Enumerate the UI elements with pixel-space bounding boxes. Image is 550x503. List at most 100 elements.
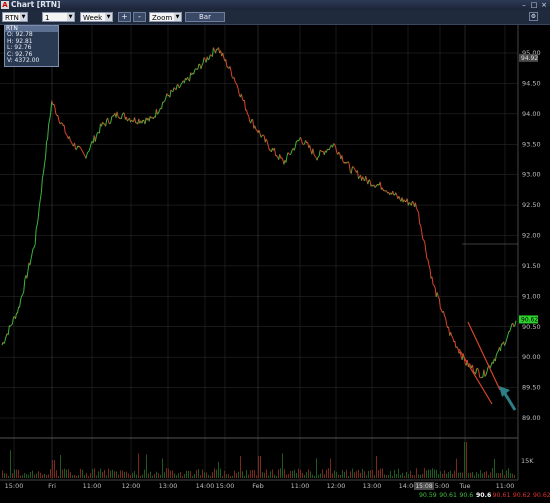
price-segment bbox=[421, 226, 422, 232]
symbol-value: RTN bbox=[5, 14, 19, 22]
volume-bar bbox=[446, 474, 447, 478]
price-segment bbox=[158, 110, 159, 113]
price-segment bbox=[108, 118, 109, 123]
price-segment bbox=[249, 116, 250, 122]
chart-area[interactable]: 95.0094.5094.0093.5093.0092.5092.0091.50… bbox=[0, 25, 550, 500]
zoom-in-button[interactable]: + bbox=[118, 12, 131, 22]
price-segment bbox=[351, 167, 352, 173]
volume-bar bbox=[386, 475, 387, 478]
volume-bar bbox=[492, 468, 493, 478]
chevron-down-icon[interactable]: ▼ bbox=[20, 13, 27, 21]
price-segment bbox=[304, 144, 305, 145]
price-segment bbox=[313, 149, 314, 155]
volume-bar bbox=[452, 474, 453, 478]
price-tick-label: 89.50 bbox=[522, 384, 541, 392]
price-chart-svg[interactable]: 95.0094.5094.0093.5093.0092.5092.0091.50… bbox=[0, 25, 550, 500]
price-segment bbox=[69, 136, 70, 140]
settings-icon[interactable]: ⚙ bbox=[529, 12, 538, 21]
price-segment bbox=[508, 332, 509, 336]
volume-bar bbox=[302, 473, 303, 478]
volume-bar bbox=[282, 453, 283, 478]
close-icon[interactable]: × bbox=[540, 1, 548, 9]
zoom-out-button[interactable]: - bbox=[133, 12, 146, 22]
volume-bar bbox=[202, 469, 203, 478]
price-segment bbox=[84, 154, 85, 156]
volume-bar bbox=[300, 470, 301, 478]
volume-bar bbox=[314, 476, 315, 478]
volume-bar bbox=[172, 471, 173, 478]
volume-bar bbox=[224, 471, 225, 478]
ohlc-infobox[interactable]: RTN O: 92.78 H: 92.81 L: 92.76 C: 92.76 … bbox=[4, 25, 59, 67]
price-segment bbox=[35, 229, 36, 245]
volume-bar bbox=[34, 475, 35, 478]
volume-bar bbox=[76, 476, 77, 478]
volume-bar bbox=[54, 460, 55, 478]
volume-bar bbox=[272, 469, 273, 478]
price-segment bbox=[30, 259, 31, 265]
chevron-down-icon[interactable]: ▼ bbox=[105, 13, 112, 21]
symbol-combo[interactable]: RTN ▼ bbox=[2, 12, 28, 22]
volume-bar bbox=[500, 473, 501, 478]
volume-bar bbox=[8, 476, 9, 478]
volume-bar bbox=[464, 442, 465, 478]
volume-bar bbox=[186, 471, 187, 478]
price-segment bbox=[34, 244, 35, 247]
volume-bar bbox=[274, 475, 275, 478]
range-select[interactable]: Week ▼ bbox=[80, 12, 113, 22]
zoom-select[interactable]: Zoom ▼ bbox=[149, 12, 182, 22]
volume-bar bbox=[44, 474, 45, 478]
price-segment bbox=[82, 150, 83, 152]
volume-bar bbox=[428, 469, 429, 478]
volume-bar bbox=[450, 471, 451, 478]
price-segment bbox=[99, 124, 100, 134]
volume-bar bbox=[286, 475, 287, 478]
volume-bar bbox=[6, 474, 7, 478]
volume-bar bbox=[472, 472, 473, 478]
price-segment bbox=[443, 311, 444, 316]
volume-bar bbox=[110, 471, 111, 478]
price-segment bbox=[190, 73, 191, 82]
volume-bar bbox=[308, 469, 309, 478]
volume-bar bbox=[42, 475, 43, 478]
volume-bar bbox=[232, 476, 233, 478]
volume-bar bbox=[10, 450, 11, 478]
price-segment bbox=[357, 170, 358, 178]
volume-bar bbox=[442, 474, 443, 478]
price-segment bbox=[418, 210, 419, 212]
volume-bar bbox=[290, 471, 291, 478]
price-segment bbox=[18, 307, 19, 313]
chevron-down-icon[interactable]: ▼ bbox=[174, 13, 181, 21]
volume-bar bbox=[404, 476, 405, 478]
volume-bar bbox=[14, 469, 15, 478]
volume-bar bbox=[242, 471, 243, 478]
interval-select[interactable]: 1 minute ▼ bbox=[42, 12, 75, 22]
chevron-down-icon[interactable]: ▼ bbox=[67, 13, 74, 21]
volume-bar bbox=[108, 469, 109, 478]
volume-bar bbox=[86, 473, 87, 478]
price-tick-label: 93.00 bbox=[522, 171, 541, 179]
volume-bar bbox=[426, 470, 427, 478]
volume-bar bbox=[388, 475, 389, 478]
status-quote: 90.59 bbox=[419, 492, 437, 499]
volume-bar bbox=[98, 471, 99, 478]
price-segment bbox=[43, 164, 44, 173]
maximize-icon[interactable]: □ bbox=[530, 1, 538, 9]
volume-bar bbox=[82, 470, 83, 478]
volume-bar bbox=[124, 472, 125, 478]
volume-bar bbox=[430, 470, 431, 478]
price-segment bbox=[315, 156, 316, 157]
price-segment bbox=[81, 148, 82, 150]
price-axis: 95.0094.5094.0093.5093.0092.5092.0091.50… bbox=[519, 49, 541, 465]
price-segment bbox=[56, 114, 57, 116]
volume-bar bbox=[116, 471, 117, 478]
volume-bar bbox=[350, 471, 351, 478]
price-segment bbox=[47, 139, 48, 142]
minimize-icon[interactable]: – bbox=[520, 1, 528, 9]
price-segment bbox=[425, 243, 426, 251]
volume-bar bbox=[416, 468, 417, 478]
price-segment bbox=[54, 104, 55, 107]
bar-style-button[interactable]: Bar bbox=[185, 12, 225, 22]
price-segment bbox=[80, 147, 81, 148]
price-segment bbox=[290, 153, 291, 155]
status-quotes: 90.5990.6190.690.690.6190.6290.6290.62 bbox=[419, 492, 550, 499]
